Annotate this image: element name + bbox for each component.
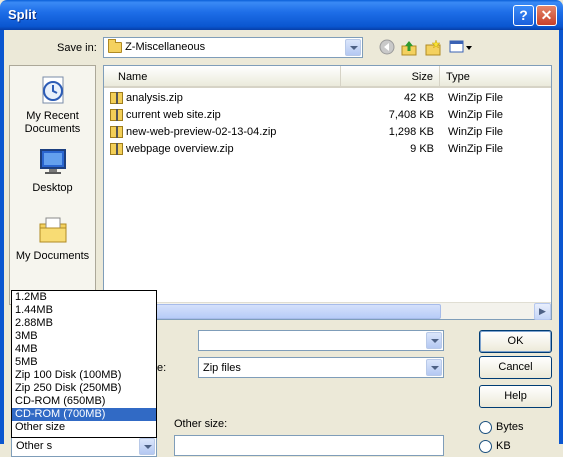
cancel-button[interactable]: Cancel (479, 356, 552, 379)
save-as-type-label: e: (157, 362, 167, 374)
zip-file-icon (110, 92, 123, 104)
column-header-name[interactable]: Name (104, 66, 341, 88)
file-name: current web site.zip (126, 109, 221, 121)
split-size-option[interactable]: 3MB (12, 330, 156, 343)
split-size-list[interactable]: 1.2MB 1.44MB 2.88MB 3MB 4MB 5MB Zip 100 … (11, 290, 157, 438)
place-label: My Recent Documents (24, 110, 81, 135)
zip-file-icon (110, 143, 123, 155)
file-type: WinZip File (448, 126, 504, 138)
file-size: 42 KB (404, 92, 434, 104)
chevron-down-icon[interactable] (426, 332, 442, 349)
column-header-type[interactable]: Type (440, 66, 551, 88)
column-header-size[interactable]: Size (341, 66, 440, 88)
window-frame-right (559, 30, 563, 444)
desktop-icon (37, 146, 69, 178)
file-list[interactable]: Name Size Type analysis.zip 42 KB WinZip… (103, 65, 552, 320)
split-size-option[interactable]: 5MB (12, 356, 156, 369)
places-bar: My Recent Documents Desktop My Documents (9, 65, 96, 305)
place-label: Desktop (32, 182, 73, 194)
file-name-input[interactable] (198, 330, 444, 351)
place-recent-documents[interactable]: My Recent Documents (10, 74, 95, 136)
other-size-label: Other size: (174, 418, 228, 430)
save-as-type-value: Zip files (203, 362, 241, 374)
help-button[interactable]: Help (479, 385, 552, 408)
save-in-value: Z-Miscellaneous (125, 41, 206, 53)
file-row[interactable]: current web site.zip 7,408 KB WinZip Fil… (104, 107, 551, 124)
ok-button[interactable]: OK (479, 330, 552, 353)
save-as-type-dropdown[interactable]: Zip files (198, 357, 444, 378)
split-size-option[interactable]: 1.44MB (12, 304, 156, 317)
bytes-radio[interactable] (479, 421, 492, 434)
bytes-label: Bytes (496, 421, 524, 433)
split-size-option[interactable]: 1.2MB (12, 291, 156, 304)
my-documents-icon (37, 214, 69, 246)
file-type: WinZip File (448, 92, 504, 104)
folder-icon (108, 38, 122, 53)
new-folder-icon[interactable] (424, 39, 442, 57)
horizontal-scrollbar[interactable]: ▶ (104, 302, 551, 320)
file-row[interactable]: analysis.zip 42 KB WinZip File (104, 90, 551, 107)
file-type: WinZip File (448, 143, 504, 155)
place-desktop[interactable]: Desktop (10, 146, 95, 195)
chevron-down-icon[interactable] (426, 359, 442, 376)
save-in-dropdown[interactable]: Z-Miscellaneous (103, 37, 363, 58)
close-button[interactable]: ✕ (536, 5, 557, 26)
split-size-option[interactable]: 2.88MB (12, 317, 156, 330)
split-size-option[interactable]: Other size (12, 421, 156, 434)
split-size-option[interactable]: CD-ROM (650MB) (12, 395, 156, 408)
split-size-option[interactable]: 4MB (12, 343, 156, 356)
scrollbar-thumb[interactable] (121, 304, 441, 319)
split-size-value: Other s (16, 440, 53, 452)
file-row[interactable]: webpage overview.zip 9 KB WinZip File (104, 141, 551, 158)
other-size-input[interactable] (174, 435, 444, 456)
kb-label: KB (496, 440, 511, 452)
chevron-down-icon[interactable] (345, 39, 361, 56)
split-size-option[interactable]: Zip 250 Disk (250MB) (12, 382, 156, 395)
file-name: new-web-preview-02-13-04.zip (126, 126, 277, 138)
place-my-documents[interactable]: My Documents (10, 214, 95, 263)
file-size: 1,298 KB (388, 126, 434, 138)
file-name: analysis.zip (126, 92, 183, 104)
file-name: webpage overview.zip (126, 143, 234, 155)
zip-file-icon (110, 109, 123, 121)
place-label: My Documents (15, 250, 90, 262)
scroll-right-icon[interactable]: ▶ (534, 303, 551, 320)
split-size-option[interactable]: Zip 100 Disk (100MB) (12, 369, 156, 382)
zip-file-icon (110, 126, 123, 138)
kb-radio[interactable] (479, 440, 492, 453)
file-size: 9 KB (410, 143, 434, 155)
window-title: Split (8, 7, 37, 22)
file-row[interactable]: new-web-preview-02-13-04.zip 1,298 KB Wi… (104, 124, 551, 141)
help-title-button[interactable]: ? (513, 5, 534, 26)
views-menu-icon[interactable] (449, 39, 473, 57)
up-folder-icon[interactable] (400, 39, 418, 57)
back-icon[interactable] (378, 39, 396, 57)
split-size-dropdown[interactable]: Other s (11, 436, 157, 457)
recent-documents-icon (37, 74, 69, 106)
title-bar: Split ? ✕ (0, 0, 563, 30)
file-size: 7,408 KB (388, 109, 434, 121)
split-size-option-selected[interactable]: CD-ROM (700MB) (12, 408, 156, 421)
window-frame-left (0, 30, 4, 444)
chevron-down-icon[interactable] (139, 438, 155, 455)
file-type: WinZip File (448, 109, 504, 121)
save-in-label: Save in: (57, 42, 97, 54)
